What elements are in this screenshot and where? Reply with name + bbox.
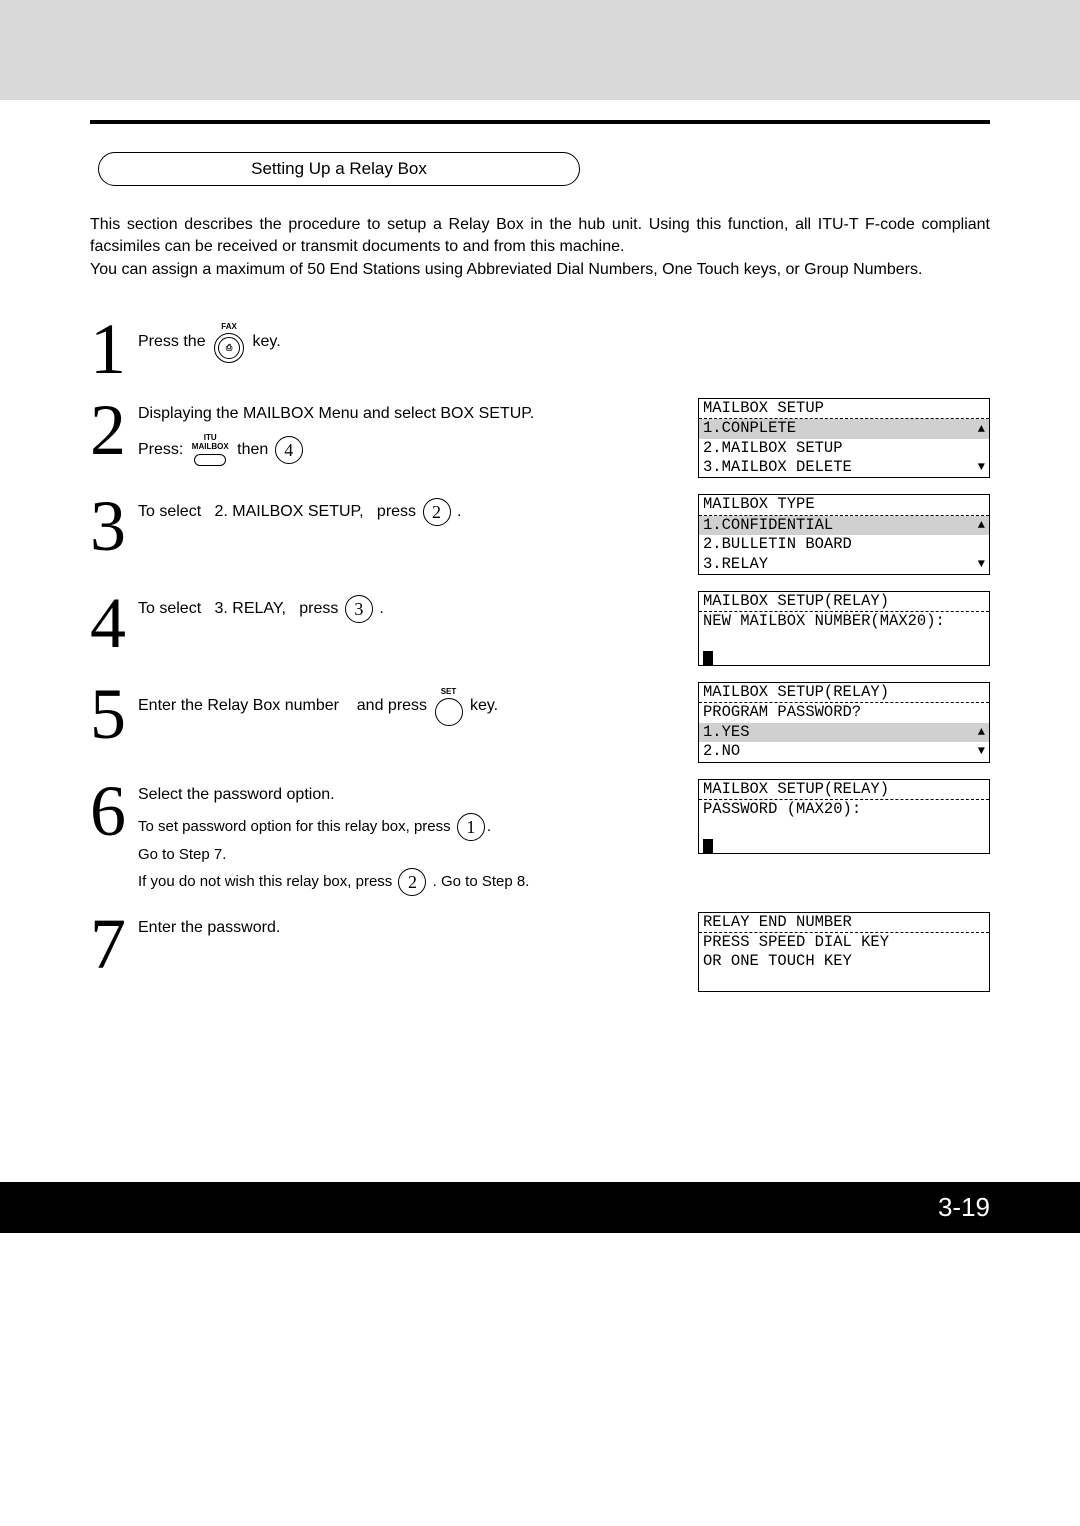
set-label: SET xyxy=(441,686,457,698)
step-number: 4 xyxy=(90,591,138,656)
fax-label: FAX xyxy=(221,321,237,333)
lcd-line: OR ONE TOUCH KEY xyxy=(703,952,852,971)
numeric-key-2: 2 xyxy=(423,498,451,526)
page-number: 3-19 xyxy=(938,1192,990,1222)
text: . xyxy=(379,600,383,617)
step-number: 6 xyxy=(90,779,138,896)
up-arrow-icon: ▲ xyxy=(978,725,985,740)
top-rule xyxy=(90,120,990,124)
step-row: 5 Enter the Relay Box number and press S… xyxy=(90,682,990,763)
intro-paragraph: This section describes the procedure to … xyxy=(90,214,990,281)
lcd-line: 1.CONPLETE xyxy=(703,419,796,438)
set-key-icon: SET xyxy=(435,686,463,726)
lcd-display: MAILBOX SETUP(RELAY) NEW MAILBOX NUMBER(… xyxy=(698,591,990,666)
mailbox-key-icon: ITU MAILBOX xyxy=(192,434,229,466)
mailbox-label: MAILBOX xyxy=(192,443,229,452)
text: To select xyxy=(138,504,201,521)
text: 2. MAILBOX SETUP, xyxy=(214,504,363,521)
text: then xyxy=(237,441,268,458)
lcd-header: MAILBOX SETUP(RELAY) xyxy=(703,780,889,799)
text: Enter the Relay Box number xyxy=(138,697,339,714)
text: key. xyxy=(253,333,281,350)
text: Enter the password. xyxy=(138,916,666,940)
text: Press: xyxy=(138,441,183,458)
step-number: 3 xyxy=(90,494,138,559)
fax-key-icon: FAX ⎙ xyxy=(214,321,244,363)
step-row: 7 Enter the password. RELAY END NUMBER P… xyxy=(90,912,990,993)
text: 3. RELAY, xyxy=(214,600,285,617)
down-arrow-icon: ▼ xyxy=(978,744,985,759)
text: and press xyxy=(357,697,427,714)
text: Press the xyxy=(138,333,206,350)
lcd-line: 1.CONFIDENTIAL xyxy=(703,516,833,535)
lcd-line: PASSWORD (MAX20): xyxy=(703,800,861,819)
text: If you do not wish this relay box, press xyxy=(138,873,392,890)
step-number: 2 xyxy=(90,398,138,466)
text: key. xyxy=(470,697,498,714)
text: . xyxy=(487,818,491,835)
lcd-line: PROGRAM PASSWORD? xyxy=(703,703,861,722)
down-arrow-icon: ▼ xyxy=(978,557,985,572)
cursor-icon xyxy=(703,651,713,665)
text: To set password option for this relay bo… xyxy=(138,818,451,835)
text: Displaying the MAILBOX Menu and select B… xyxy=(138,402,666,426)
header-gray-band xyxy=(0,0,1080,100)
step-row: 1 Press the FAX ⎙ key. xyxy=(90,317,990,382)
lcd-header: MAILBOX SETUP(RELAY) xyxy=(703,683,889,702)
step-row: 2 Displaying the MAILBOX Menu and select… xyxy=(90,398,990,479)
up-arrow-icon: ▲ xyxy=(978,518,985,533)
lcd-display: RELAY END NUMBER PRESS SPEED DIAL KEY OR… xyxy=(698,912,990,993)
text: . Go to Step 8. xyxy=(433,873,530,890)
section-title: Setting Up a Relay Box xyxy=(98,152,580,186)
step-row: 6 Select the password option. To set pas… xyxy=(90,779,990,896)
numeric-key-4: 4 xyxy=(275,436,303,464)
lcd-line: 3.RELAY xyxy=(703,555,768,574)
up-arrow-icon: ▲ xyxy=(978,422,985,437)
step-number: 5 xyxy=(90,682,138,747)
lcd-header: MAILBOX SETUP(RELAY) xyxy=(703,592,889,611)
lcd-line: 2.MAILBOX SETUP xyxy=(703,439,843,458)
numeric-key-1: 1 xyxy=(457,813,485,841)
text: . xyxy=(457,504,461,521)
text: press xyxy=(377,504,416,521)
lcd-line: 1.YES xyxy=(703,723,750,742)
lcd-display: MAILBOX SETUP 1.CONPLETE ▲ 2.MAILBOX SETU… xyxy=(698,398,990,479)
lcd-header: MAILBOX TYPE xyxy=(703,495,815,514)
lcd-line: 2.NO xyxy=(703,742,740,761)
lcd-line: 3.MAILBOX DELETE xyxy=(703,458,852,477)
step-number: 1 xyxy=(90,317,138,382)
text: press xyxy=(299,600,338,617)
lcd-header: RELAY END NUMBER xyxy=(703,913,852,932)
lcd-display: MAILBOX TYPE 1.CONFIDENTIAL ▲ 2.BULLETIN … xyxy=(698,494,990,575)
step-number: 7 xyxy=(90,912,138,977)
step-row: 4 To select 3. RELAY, press 3 . MAILBOX … xyxy=(90,591,990,666)
down-arrow-icon: ▼ xyxy=(978,460,985,475)
step-row: 3 To select 2. MAILBOX SETUP, press 2 . … xyxy=(90,494,990,575)
text: Go to Step 7. xyxy=(138,846,226,863)
numeric-key-2: 2 xyxy=(398,868,426,896)
lcd-header: MAILBOX SETUP xyxy=(703,399,824,418)
cursor-icon xyxy=(703,839,713,853)
lcd-line: 2.BULLETIN BOARD xyxy=(703,535,852,554)
page-footer: 3-19 xyxy=(0,1182,1080,1233)
text: Select the password option. xyxy=(138,783,666,807)
lcd-line: NEW MAILBOX NUMBER(MAX20): xyxy=(703,612,945,631)
lcd-display: MAILBOX SETUP(RELAY) PROGRAM PASSWORD? 1… xyxy=(698,682,990,763)
numeric-key-3: 3 xyxy=(345,595,373,623)
lcd-display: MAILBOX SETUP(RELAY) PASSWORD (MAX20): xyxy=(698,779,990,854)
page-content: Setting Up a Relay Box This section desc… xyxy=(0,100,1080,1182)
text: To select xyxy=(138,600,201,617)
lcd-line: PRESS SPEED DIAL KEY xyxy=(703,933,889,952)
